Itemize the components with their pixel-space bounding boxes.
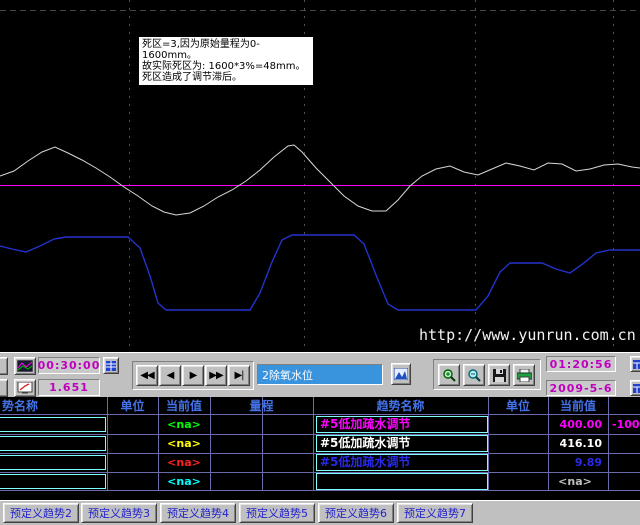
trend-application-window: 死区=3,因为原始量程为0-1600mm。 故实际死区为: 1600*3%=48… bbox=[0, 0, 640, 525]
current-time-display: 01:20:56 bbox=[546, 356, 616, 372]
tab-predefined-trend-2[interactable]: 预定义趋势2 bbox=[3, 503, 79, 523]
watermark-url: http://www.yunrun.com.cn bbox=[419, 326, 636, 344]
nav-forward-button[interactable]: ▶▶ bbox=[205, 365, 227, 386]
col-header-name-right: 趋势名称 bbox=[313, 397, 488, 415]
trend-curves-icon bbox=[17, 360, 33, 372]
mountain-chart-icon bbox=[394, 368, 408, 380]
tab-predefined-trend-3[interactable]: 预定义趋势3 bbox=[81, 503, 157, 523]
print-button[interactable] bbox=[513, 364, 535, 386]
annotation-line: 死区=3,因为原始量程为0-1600mm。 bbox=[142, 39, 310, 61]
left-current-value: <na> bbox=[158, 434, 210, 453]
left-current-value: <na> bbox=[158, 415, 210, 434]
left-name-cell[interactable] bbox=[0, 455, 106, 470]
left-name-cell[interactable] bbox=[0, 436, 106, 451]
tools-button-group bbox=[433, 359, 541, 390]
calendar-icon bbox=[633, 360, 640, 369]
right-current-value: 416.10 bbox=[548, 434, 602, 453]
right-name-cell[interactable] bbox=[316, 473, 488, 490]
nav-last-button[interactable]: ▶| bbox=[228, 365, 250, 386]
right-current-value: 400.00 bbox=[548, 415, 602, 434]
save-button[interactable] bbox=[488, 364, 510, 386]
left-current-value: <na> bbox=[158, 453, 210, 472]
trend-board-icon bbox=[17, 382, 33, 394]
calendar-icon bbox=[633, 384, 640, 393]
col-header-range-left: 量程 bbox=[210, 397, 313, 415]
nav-prev-button[interactable]: ◀ bbox=[159, 365, 181, 386]
date-picker-button[interactable] bbox=[630, 380, 640, 396]
zoom-in-icon bbox=[442, 368, 456, 382]
annotation-line: 死区造成了调节滞后。 bbox=[142, 72, 310, 83]
right-trend-name: #5低加疏水调节 bbox=[320, 434, 486, 453]
col-header-name-left: 势名称 bbox=[2, 397, 102, 415]
edge-button-top[interactable] bbox=[0, 357, 8, 375]
nav-button-group: ◀◀ ◀ ▶ ▶▶ ▶| bbox=[132, 361, 254, 390]
trend-pick-button[interactable] bbox=[391, 363, 411, 385]
zoom-out-icon bbox=[467, 368, 481, 382]
tab-predefined-trend-7[interactable]: 预定义趋势7 bbox=[397, 503, 473, 523]
nav-first-button[interactable]: ◀◀ bbox=[136, 365, 158, 386]
grid-settings-button[interactable] bbox=[103, 357, 119, 374]
toolbar: 00:30:00 1.651 ◀◀ ◀ ▶ ▶▶ ▶| 2除氧水位 bbox=[0, 352, 640, 397]
col-header-unit-left: 单位 bbox=[107, 397, 158, 415]
tab-predefined-trend-6[interactable]: 预定义趋势6 bbox=[318, 503, 394, 523]
white-trend-curve bbox=[0, 145, 640, 215]
col-header-value-left: 当前值 bbox=[158, 397, 210, 415]
annotation-box: 死区=3,因为原始量程为0-1600mm。 故实际死区为: 1600*3%=48… bbox=[138, 36, 314, 86]
cursor-value-display: 1.651 bbox=[38, 379, 100, 396]
tab-predefined-trend-5[interactable]: 预定义趋势5 bbox=[239, 503, 315, 523]
col-header-unit-right: 单位 bbox=[488, 397, 548, 415]
col-header-value-right: 当前值 bbox=[548, 397, 608, 415]
right-current-value: <na> bbox=[548, 472, 602, 491]
right-trend-name: #5低加疏水调节 bbox=[320, 453, 486, 472]
time-span-display: 00:30:00 bbox=[38, 357, 100, 374]
left-name-cell[interactable] bbox=[0, 474, 106, 489]
tab-bar: 预定义趋势2 预定义趋势3 预定义趋势4 预定义趋势5 预定义趋势6 预定义趋势… bbox=[0, 500, 640, 525]
right-trend-name: #5低加疏水调节 bbox=[320, 415, 486, 434]
annotation-line: 故实际死区为: 1600*3%=48mm。 bbox=[142, 61, 310, 72]
printer-icon bbox=[517, 369, 532, 382]
trend-selector[interactable]: 2除氧水位 bbox=[257, 364, 383, 385]
trend-chart-area[interactable]: 死区=3,因为原始量程为0-1600mm。 故实际死区为: 1600*3%=48… bbox=[0, 0, 640, 352]
trend-plot bbox=[0, 0, 640, 352]
right-range-value: -100 bbox=[612, 415, 640, 434]
trend-board-button[interactable] bbox=[14, 379, 36, 397]
grid-icon bbox=[106, 361, 116, 371]
tab-predefined-trend-4[interactable]: 预定义趋势4 bbox=[160, 503, 236, 523]
blue-trend-curve bbox=[0, 235, 640, 310]
nav-next-button[interactable]: ▶ bbox=[182, 365, 204, 386]
floppy-disk-icon bbox=[493, 369, 506, 382]
edge-button-bottom[interactable] bbox=[0, 379, 8, 397]
trend-data-table: 势名称 单位 当前值 量程 趋势名称 单位 当前值 <na> <na> <na>… bbox=[0, 397, 640, 491]
left-current-value: <na> bbox=[158, 472, 210, 491]
current-date-display: 2009-5-6 bbox=[546, 380, 616, 396]
right-current-value: 9.89 bbox=[548, 453, 602, 472]
zoom-in-button[interactable] bbox=[438, 364, 460, 386]
zoom-out-button[interactable] bbox=[463, 364, 485, 386]
trend-curves-button[interactable] bbox=[14, 357, 36, 375]
left-name-cell[interactable] bbox=[0, 417, 106, 432]
time-picker-button[interactable] bbox=[630, 356, 640, 372]
trend-selector-value: 2除氧水位 bbox=[258, 367, 313, 383]
